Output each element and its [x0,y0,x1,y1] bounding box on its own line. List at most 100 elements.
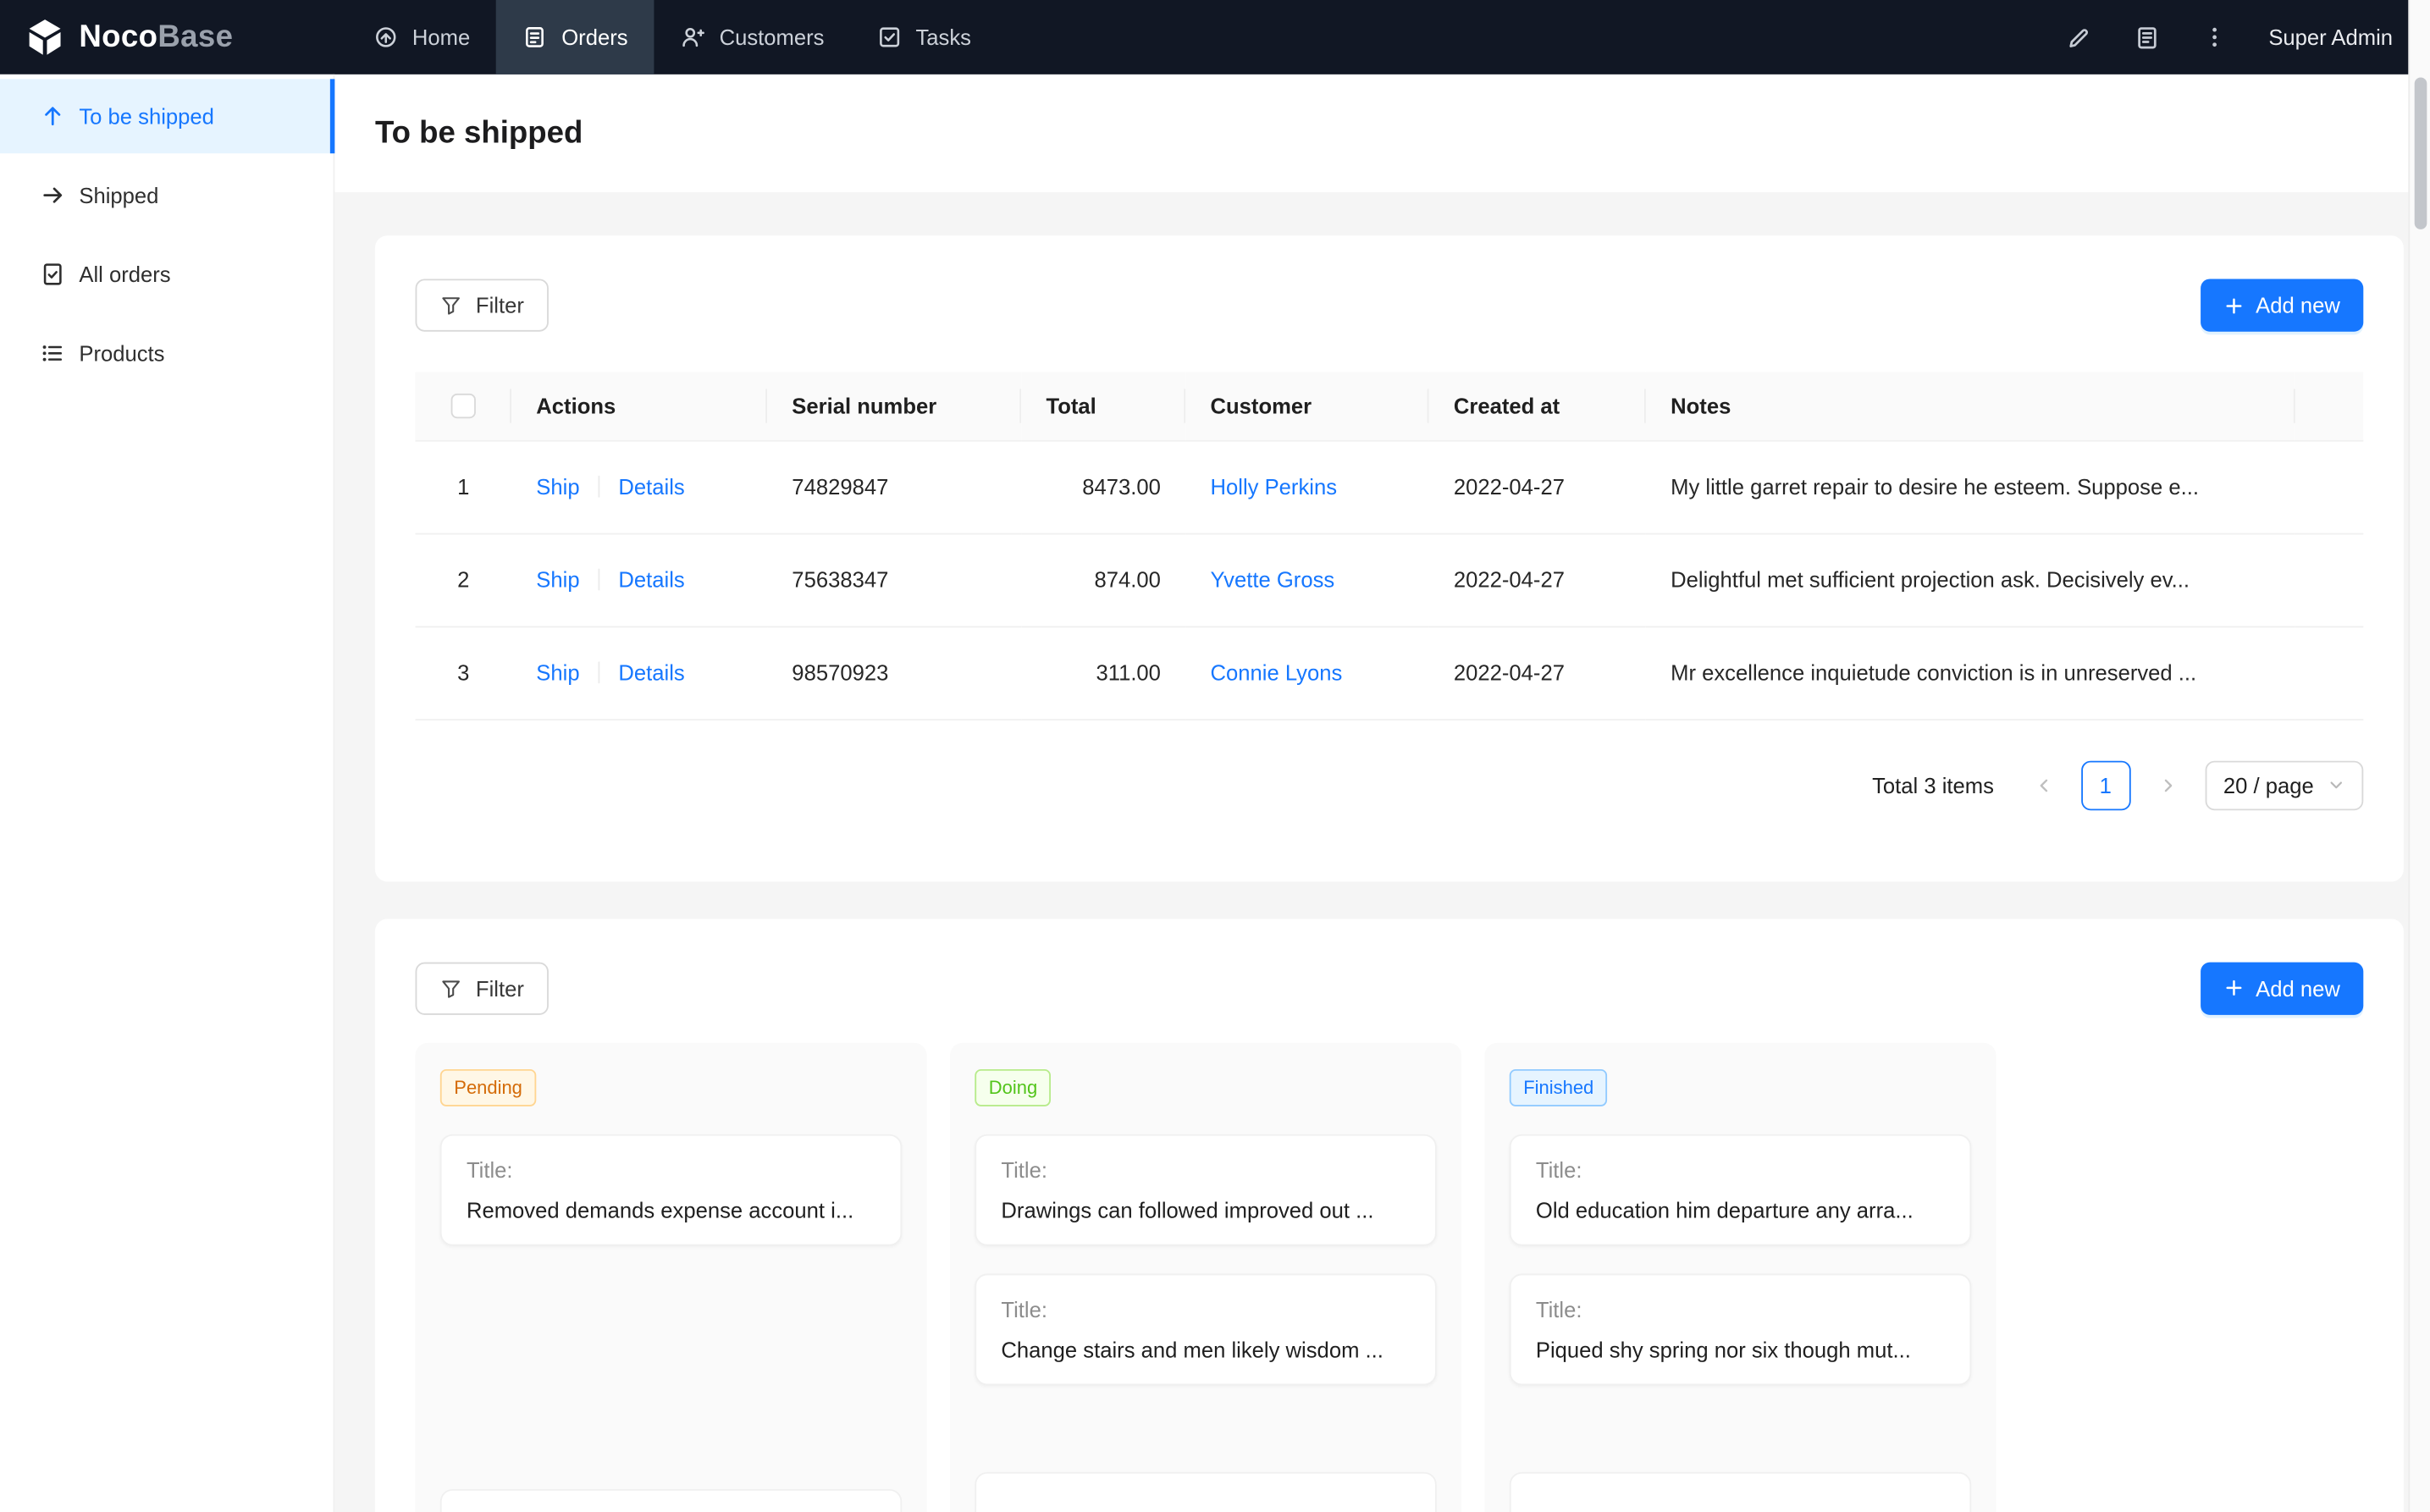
ship-link[interactable]: Ship [536,660,579,685]
cell-actions: Ship Details [511,533,767,626]
table-row: 1 ShipDetails 74829847 8473.00 Holly Per… [416,440,2364,533]
kanban-card[interactable]: Title: Removed demands expense account i… [440,1134,902,1245]
ship-link[interactable]: Ship [536,474,579,499]
nav-item-orders[interactable]: Orders [496,0,654,74]
kanban-add-new-button-label: Add new [2256,975,2340,1000]
table-row: 3 ShipDetails 98570923 311.00 Connie Lyo… [416,626,2364,719]
logo[interactable]: NocoBase [0,0,334,74]
kanban-filter-button[interactable]: Filter [416,962,550,1014]
select-all-checkbox[interactable] [451,395,476,419]
column-header-notes: Notes [1646,372,2295,440]
add-new-button[interactable]: Add new [2200,279,2363,331]
user-menu[interactable]: Super Admin [2268,25,2393,49]
cell-serial-number: 74829847 [767,440,1021,533]
column-header-spacer [2295,372,2364,440]
pagination-next-button[interactable] [2143,760,2193,810]
status-badge-pending: Pending [440,1068,537,1106]
page-title: To be shipped [375,115,583,151]
home-icon [373,25,398,49]
scrollbar-thumb[interactable] [2415,78,2427,229]
kanban-card[interactable]: Title: Change stairs and men likely wisd… [975,1273,1436,1385]
card-field-value: Change stairs and men likely wisdom ... [1001,1337,1410,1361]
nav-item-label: Home [412,25,470,49]
kanban-card[interactable]: Title: Drawings can followed improved ou… [975,1134,1436,1245]
filter-button[interactable]: Filter [416,279,550,331]
card-field-label: Title: [1001,1156,1410,1181]
nocobase-logo-icon [25,17,65,58]
cell-customer: Holly Perkins [1185,440,1428,533]
ui-editor-pen-icon[interactable] [2066,24,2092,50]
ship-link[interactable]: Ship [536,567,579,592]
column-header-total: Total [1021,372,1185,440]
cell-notes: My little garret repair to desire he est… [1646,440,2295,533]
customer-link[interactable]: Connie Lyons [1211,660,1343,685]
cell-row-index: 1 [416,440,511,533]
vertical-scrollbar [2408,0,2430,1512]
kanban-card[interactable]: Title: Old education him departure any a… [1510,1134,1971,1245]
nav-item-label: Tasks [915,25,971,49]
column-header-created-at: Created at [1429,372,1646,440]
column-header-customer: Customer [1185,372,1428,440]
main-area: To be shipped Filter [334,74,2430,1512]
sidebar-item-shipped[interactable]: Shipped [0,158,334,233]
cell-created-at: 2022-04-27 [1429,626,1646,719]
pagination-page-1[interactable]: 1 [2080,760,2130,810]
kanban-card[interactable]: Title: Piqued shy spring nor six though … [1510,1273,1971,1385]
nav-item-tasks[interactable]: Tasks [851,0,998,74]
app-header: NocoBase Home Orders Customers [0,0,2430,74]
sidebar-item-to-be-shipped[interactable]: To be shipped [0,79,334,153]
cell-created-at: 2022-04-27 [1429,440,1646,533]
logo-text: NocoBase [79,19,233,55]
card-field-label: Title: [1001,1296,1410,1321]
sidebar-item-products[interactable]: Products [0,316,334,390]
kanban-add-new-button[interactable]: Add new [2200,962,2363,1014]
arrow-up-icon [41,104,65,129]
top-nav: Home Orders Customers Tasks [334,0,997,74]
details-link[interactable]: Details [618,567,684,592]
kanban-card-partial[interactable] [1510,1471,1971,1512]
cell-spacer [2295,533,2364,626]
pagination-prev-button[interactable] [2019,760,2068,810]
cell-customer: Connie Lyons [1185,626,1428,719]
customer-link[interactable]: Holly Perkins [1211,474,1338,499]
sidebar: To be shipped Shipped All orders Product… [0,74,334,1512]
nav-item-customers[interactable]: Customers [654,0,851,74]
status-badge-finished: Finished [1510,1068,1608,1106]
kanban-column-finished: Finished Title: Old education him depart… [1484,1042,1996,1512]
cell-row-index: 2 [416,533,511,626]
customers-icon [681,25,705,49]
card-field-label: Title: [467,1156,875,1181]
filter-button-label: Filter [476,293,524,317]
action-separator [599,569,600,591]
docs-book-icon[interactable] [2134,24,2160,50]
action-separator [599,662,600,684]
cell-created-at: 2022-04-27 [1429,533,1646,626]
card-field-value: Piqued shy spring nor six though mut... [1536,1337,1945,1361]
kanban-card-partial[interactable] [440,1488,902,1512]
details-link[interactable]: Details [618,474,684,499]
page-size-select[interactable]: 20 / page [2205,760,2363,810]
details-link[interactable]: Details [618,660,684,685]
tasks-kanban-block: Filter Add new Pending [375,918,2404,1512]
kanban-board: Pending Title: Removed demands expense a… [416,1042,2364,1512]
kebab-menu-icon[interactable] [2202,25,2227,49]
status-badge-doing: Doing [975,1068,1051,1106]
cell-customer: Yvette Gross [1185,533,1428,626]
filter-funnel-icon [440,295,462,317]
logo-text-primary: Noco [79,19,157,53]
nav-item-home[interactable]: Home [347,0,496,74]
customer-link[interactable]: Yvette Gross [1211,567,1335,592]
kanban-toolbar: Filter Add new [416,962,2364,1014]
arrow-right-icon [41,183,65,207]
app-window: NocoBase Home Orders Customers [0,0,2430,1512]
logo-text-secondary: Base [157,19,233,53]
page-content: Filter Add new [334,192,2430,1512]
pagination: Total 3 items 1 20 / page [416,760,2364,810]
cell-total: 311.00 [1021,626,1185,719]
kanban-card-partial[interactable] [975,1471,1436,1512]
sidebar-item-all-orders[interactable]: All orders [0,237,334,312]
column-header-select [416,372,511,440]
cell-spacer [2295,440,2364,533]
orders-toolbar: Filter Add new [416,279,2364,331]
column-header-actions: Actions [511,372,767,440]
